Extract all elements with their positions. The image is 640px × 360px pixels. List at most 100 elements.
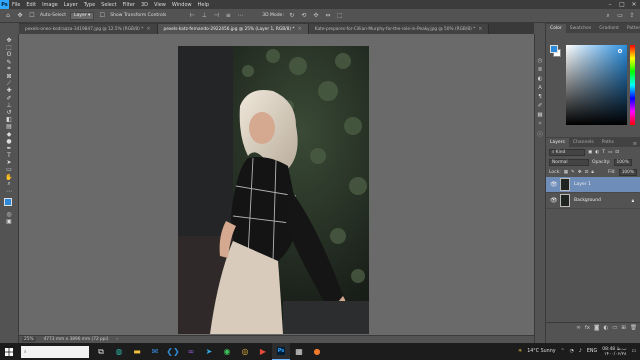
workspace-icon[interactable]: ▭ <box>616 12 624 20</box>
document-canvas-photo[interactable] <box>178 46 369 334</box>
layer-row[interactable]: 👁︎ Background 🔒︎ <box>546 193 640 209</box>
status-arrow-icon[interactable]: › <box>116 337 118 342</box>
fill-input[interactable]: 100% <box>618 168 637 176</box>
filter-shape-icon[interactable]: ▭ <box>608 150 612 155</box>
eyedropper-tool-icon[interactable]: ⟋ <box>3 80 16 87</box>
info-panel-icon[interactable]: ⓘ <box>537 130 543 138</box>
lock-paint-icon[interactable]: ✎ <box>571 170 575 175</box>
tab-paths[interactable]: Paths <box>598 138 618 147</box>
visual-studio-icon[interactable]: ∞ <box>182 343 200 360</box>
link-layers-icon[interactable]: ∞ <box>576 325 581 331</box>
color-swatches[interactable] <box>3 197 16 211</box>
align-left-icon[interactable]: ⊢ <box>188 12 196 20</box>
3d-scale-icon[interactable]: ⬚ <box>336 12 344 20</box>
document-tab[interactable]: pexels-oneo-kodraaza-3419847.jpg @ 12.5%… <box>19 24 158 34</box>
auto-select-checkbox[interactable]: ☐ <box>28 12 36 20</box>
document-tab[interactable]: Kate-prepares-for-Cillian-Murphy-for-the… <box>308 24 490 34</box>
more-tools-icon[interactable]: ⋯ <box>3 188 16 195</box>
taskbar-search-box[interactable]: ⌕ <box>21 345 89 358</box>
screen-mode-icon[interactable]: ▣ <box>3 218 16 225</box>
filter-adjust-icon[interactable]: ◐ <box>595 150 599 155</box>
more-options-icon[interactable]: ⋯ <box>236 12 244 20</box>
new-layer-icon[interactable]: ⊞ <box>621 325 626 331</box>
layer-row[interactable]: 👁︎ Layer 1 <box>546 177 640 193</box>
menu-view[interactable]: View <box>151 2 169 8</box>
healing-brush-tool-icon[interactable]: ✚ <box>3 87 16 94</box>
distribute-icon[interactable]: ≡ <box>224 12 232 20</box>
mail-icon[interactable]: ✉ <box>146 343 164 360</box>
crop-tool-icon[interactable]: ⌗ <box>3 65 16 73</box>
lock-position-icon[interactable]: ✥ <box>578 170 582 175</box>
layer-select-dropdown[interactable]: Layer ▾ <box>70 11 95 20</box>
move-tool-icon[interactable]: ✥ <box>16 12 24 20</box>
volume-icon[interactable]: ♪ <box>579 349 582 354</box>
close-tab-icon[interactable]: × <box>298 26 302 32</box>
filter-pixel-icon[interactable]: ▣ <box>588 150 592 155</box>
3d-pan-icon[interactable]: ✣ <box>312 12 320 20</box>
chrome-icon[interactable]: ◎ <box>236 343 254 360</box>
lock-artboard-icon[interactable]: ⊡ <box>585 170 589 175</box>
weather-icon[interactable]: ☀ <box>518 349 522 354</box>
tray-overflow-icon[interactable]: ⌃ <box>561 349 565 354</box>
properties-panel-icon[interactable]: ≣ <box>538 67 543 73</box>
file-explorer-icon[interactable]: ▬ <box>128 343 146 360</box>
visibility-eye-icon[interactable]: 👁︎ <box>550 197 558 204</box>
layer-filter-dropdown[interactable]: ⌕ Kind <box>549 148 585 156</box>
quick-mask-icon[interactable]: ◎ <box>3 211 16 218</box>
lock-pixels-icon[interactable]: ▦ <box>564 170 568 175</box>
zoom-tool-icon[interactable]: ⌕ <box>3 180 16 188</box>
search-icon[interactable]: ⌕ <box>604 12 612 20</box>
type-tool-icon[interactable]: T <box>3 152 16 159</box>
move-tool-icon[interactable]: ✥ <box>3 37 16 44</box>
filter-smart-icon[interactable]: ⊡ <box>615 150 619 155</box>
close-tab-icon[interactable]: × <box>146 26 150 32</box>
home-icon[interactable]: ⌂ <box>4 12 12 20</box>
adjustments-panel-icon[interactable]: ◐ <box>538 76 543 82</box>
paragraph-panel-icon[interactable]: ¶ <box>538 94 542 100</box>
pen-tool-icon[interactable]: ✒ <box>3 145 16 152</box>
vscode-icon[interactable]: ❮❯ <box>164 343 182 360</box>
notifications-icon[interactable]: ▭ <box>631 349 636 354</box>
blend-mode-dropdown[interactable]: Normal <box>549 158 589 166</box>
menu-image[interactable]: Image <box>39 2 61 8</box>
new-group-icon[interactable]: ▭ <box>612 325 617 331</box>
share-icon[interactable]: ⇪ <box>628 12 636 20</box>
foreground-color-swatch[interactable] <box>550 45 558 53</box>
language-indicator[interactable]: ENG <box>587 349 597 354</box>
tab-gradient[interactable]: Gradient <box>595 24 623 33</box>
styles-panel-icon[interactable]: ✧ <box>538 121 543 127</box>
menu-edit[interactable]: Edit <box>23 2 39 8</box>
add-mask-icon[interactable]: ◙ <box>594 325 599 331</box>
layer-style-icon[interactable]: fx <box>585 325 590 331</box>
marquee-tool-icon[interactable]: ⬚ <box>3 44 16 51</box>
show-transform-checkbox[interactable]: ☐ <box>98 12 106 20</box>
color-picker-field[interactable] <box>566 45 627 125</box>
history-brush-tool-icon[interactable]: ↺ <box>3 109 16 116</box>
tab-color[interactable]: Color <box>546 24 566 33</box>
media-player-icon[interactable]: ▶ <box>254 343 272 360</box>
tab-patterns[interactable]: Patterns <box>623 24 640 33</box>
weather-text[interactable]: 14°C Sunny <box>527 349 555 354</box>
maximize-button[interactable]: □ <box>616 1 628 8</box>
firefox-icon[interactable]: ● <box>308 343 326 360</box>
close-button[interactable]: ✕ <box>628 1 640 8</box>
task-view-icon[interactable]: ⧉ <box>92 343 110 360</box>
character-panel-icon[interactable]: A <box>538 85 542 91</box>
tab-swatches[interactable]: Swatches <box>566 24 596 33</box>
whatsapp-icon[interactable]: ◉ <box>218 343 236 360</box>
zoom-level[interactable]: 25% <box>22 337 36 342</box>
menu-file[interactable]: File <box>9 2 23 8</box>
align-right-icon[interactable]: ⊣ <box>212 12 220 20</box>
adjustment-layer-icon[interactable]: ◐ <box>603 325 608 331</box>
tab-layers[interactable]: Layers <box>546 138 569 147</box>
rectangle-tool-icon[interactable]: ▭ <box>3 166 16 173</box>
history-panel-icon[interactable]: ◷ <box>538 58 543 64</box>
edge-browser-icon[interactable]: ◍ <box>110 343 128 360</box>
calculator-icon[interactable]: ▦ <box>290 343 308 360</box>
filter-type-icon[interactable]: T <box>602 150 605 155</box>
opacity-input[interactable]: 100% <box>613 158 632 166</box>
foreground-color-swatch[interactable] <box>3 198 12 207</box>
eraser-tool-icon[interactable]: ◧ <box>3 116 16 123</box>
align-center-icon[interactable]: ⊥ <box>200 12 208 20</box>
document-tab-active[interactable]: pexels-katz-fernando-2922456.jpg @ 25% (… <box>157 24 309 34</box>
